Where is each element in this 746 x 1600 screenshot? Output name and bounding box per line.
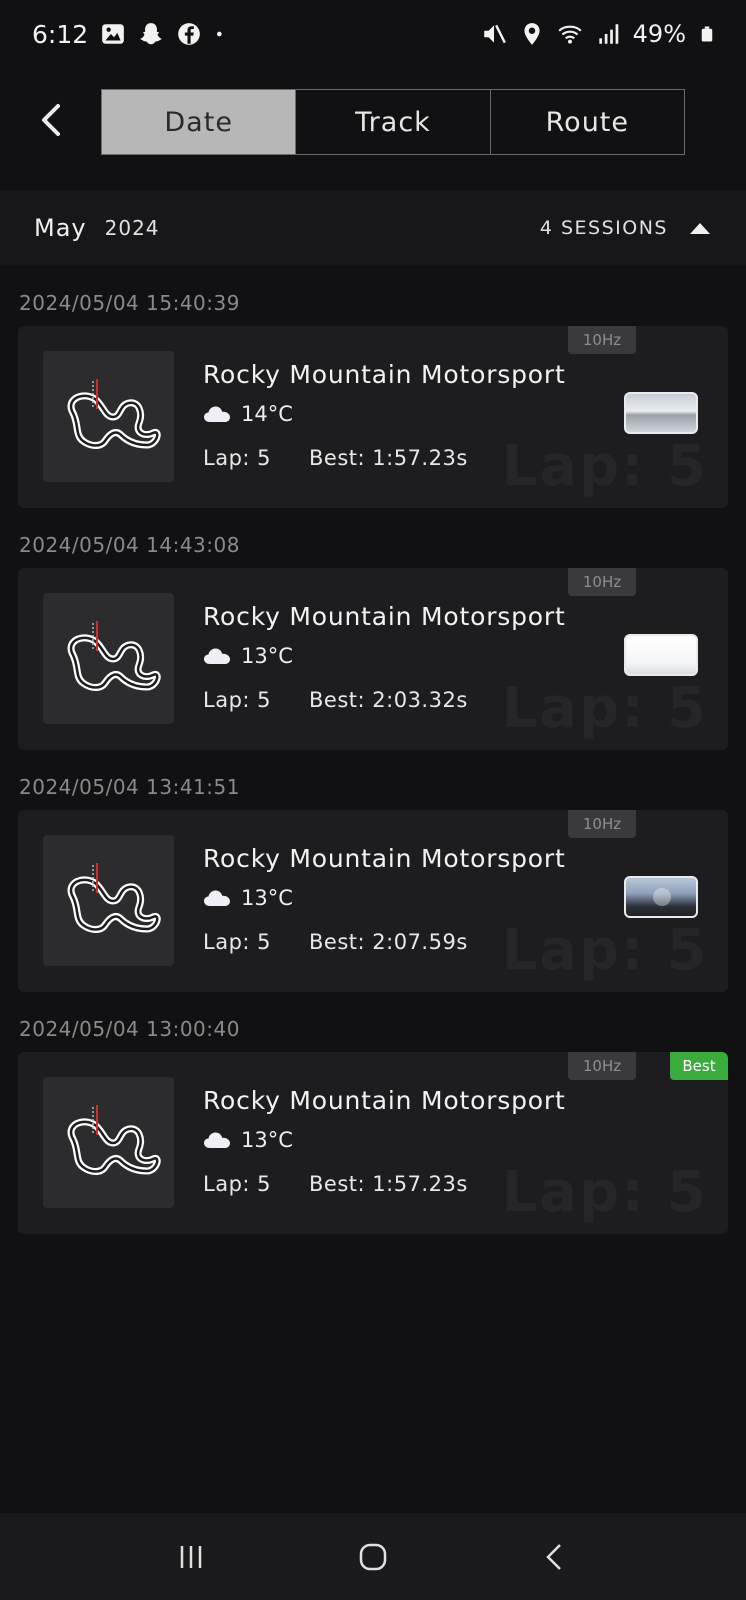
lap-info: Lap: 5 Best: 2:03.32s: [203, 688, 468, 712]
track-map-icon: [67, 1105, 161, 1175]
temperature: 13°C: [241, 1128, 293, 1152]
frequency-badge: 10Hz: [568, 568, 636, 596]
track-map-icon: [67, 379, 161, 449]
session-item: 2024/05/04 14:43:08 Lap: 5 10Hz Rocky Mo…: [18, 522, 728, 750]
session-datetime: 2024/05/04 15:40:39: [19, 291, 240, 315]
lap-info: Lap: 5 Best: 1:57.23s: [203, 446, 468, 470]
month-right: 4 SESSIONS: [540, 217, 712, 239]
track-name: Rocky Mountain Motorsport: [203, 602, 566, 631]
track-name: Rocky Mountain Motorsport: [203, 844, 566, 873]
status-left: 6:12: [32, 20, 230, 49]
session-item: 2024/05/04 13:41:51 Lap: 5 10Hz Rocky Mo…: [18, 764, 728, 992]
session-item: 2024/05/04 13:00:40 Lap: 5 10Hz Best Roc…: [18, 1006, 728, 1234]
best-lap-time: Best: 2:07.59s: [309, 930, 468, 954]
best-lap-time: Best: 2:03.32s: [309, 688, 468, 712]
home-icon: [359, 1543, 387, 1570]
lap-count: Lap: 5: [203, 688, 272, 712]
track-name: Rocky Mountain Motorsport: [203, 360, 566, 389]
video-thumbnail[interactable]: [624, 392, 698, 434]
lap-info: Lap: 5 Best: 1:57.23s: [203, 1172, 468, 1196]
cloud-icon: [204, 648, 230, 664]
signal-icon: [598, 24, 618, 44]
session-datetime: 2024/05/04 13:41:51: [19, 775, 240, 799]
tab-route[interactable]: Route: [491, 90, 684, 154]
lap-watermark: Lap: 5: [501, 676, 708, 741]
track-map-thumbnail: [43, 351, 174, 482]
track-map-thumbnail: [43, 593, 174, 724]
status-time: 6:12: [32, 19, 89, 49]
chevron-left-icon: [42, 104, 60, 136]
battery-icon: [701, 26, 713, 42]
sessions-count: 4 SESSIONS: [539, 216, 668, 239]
weather: 14°C: [203, 402, 293, 426]
system-nav-bar: [0, 1513, 746, 1600]
session-card[interactable]: Lap: 5 10Hz Rocky Mountain Motorsport 14…: [18, 326, 728, 508]
cloud-icon: [204, 1132, 230, 1148]
collapse-arrow-icon[interactable]: [688, 220, 712, 236]
cloud-icon: [204, 406, 230, 422]
facebook-icon: [178, 23, 200, 45]
track-map-icon: [67, 621, 161, 691]
battery-percent: 49%: [632, 20, 686, 48]
track-name: Rocky Mountain Motorsport: [203, 1086, 566, 1115]
session-datetime: 2024/05/04 13:00:40: [19, 1017, 240, 1041]
top-bar: Date Track Route: [0, 68, 746, 188]
session-card[interactable]: Lap: 5 10Hz Best Rocky Mountain Motorspo…: [18, 1052, 728, 1234]
system-back-button[interactable]: [525, 1527, 585, 1587]
recents-button[interactable]: [161, 1527, 221, 1587]
lap-count: Lap: 5: [203, 930, 272, 954]
session-item: 2024/05/04 15:40:39 Lap: 5 10Hz Rocky Mo…: [18, 280, 728, 508]
back-arrow-icon: [546, 1543, 561, 1570]
session-card[interactable]: Lap: 5 10Hz Rocky Mountain Motorsport 13…: [18, 810, 728, 992]
tab-track[interactable]: Track: [296, 90, 491, 154]
tab-date[interactable]: Date: [102, 90, 297, 154]
weather: 13°C: [203, 644, 293, 668]
home-button[interactable]: [343, 1527, 403, 1587]
status-bar: 6:12 49%: [0, 0, 746, 68]
play-icon: [653, 888, 671, 906]
temperature: 13°C: [241, 886, 293, 910]
track-map-thumbnail: [43, 835, 174, 966]
dot-icon: [217, 31, 222, 37]
temperature: 14°C: [241, 402, 293, 426]
lap-watermark: Lap: 5: [501, 918, 708, 983]
lap-watermark: Lap: 5: [501, 1160, 708, 1225]
weather: 13°C: [203, 886, 293, 910]
lap-info: Lap: 5 Best: 2:07.59s: [203, 930, 468, 954]
frequency-badge: 10Hz: [568, 1052, 636, 1080]
best-session-badge: Best: [670, 1052, 728, 1080]
frequency-badge: 10Hz: [568, 810, 636, 838]
location-icon: [524, 23, 540, 45]
frequency-badge: 10Hz: [568, 326, 636, 354]
track-map-thumbnail: [43, 1077, 174, 1208]
session-card[interactable]: Lap: 5 10Hz Rocky Mountain Motorsport 13…: [18, 568, 728, 750]
month-header[interactable]: May 2024 4 SESSIONS: [0, 190, 746, 265]
best-lap-time: Best: 1:57.23s: [309, 1172, 468, 1196]
track-map-icon: [67, 863, 161, 933]
temperature: 13°C: [241, 644, 293, 668]
session-datetime: 2024/05/04 14:43:08: [19, 533, 240, 557]
view-segmented-control: Date Track Route: [101, 89, 685, 155]
weather: 13°C: [203, 1128, 293, 1152]
month-name: May: [34, 213, 87, 242]
month-year: 2024: [104, 215, 160, 240]
gallery-icon: [102, 24, 124, 44]
video-thumbnail[interactable]: [624, 634, 698, 676]
session-list: 2024/05/04 15:40:39 Lap: 5 10Hz Rocky Mo…: [18, 280, 728, 1248]
status-right: 49%: [481, 20, 716, 48]
mute-icon: [483, 24, 506, 44]
lap-count: Lap: 5: [203, 446, 272, 470]
video-thumbnail[interactable]: [624, 876, 698, 918]
wifi-icon: [558, 25, 582, 44]
cloud-icon: [204, 890, 230, 906]
recents-icon: [180, 1545, 202, 1568]
lap-watermark: Lap: 5: [501, 434, 708, 499]
back-button[interactable]: [34, 100, 68, 140]
best-lap-time: Best: 1:57.23s: [309, 446, 468, 470]
snapchat-icon: [140, 23, 162, 45]
lap-count: Lap: 5: [203, 1172, 272, 1196]
